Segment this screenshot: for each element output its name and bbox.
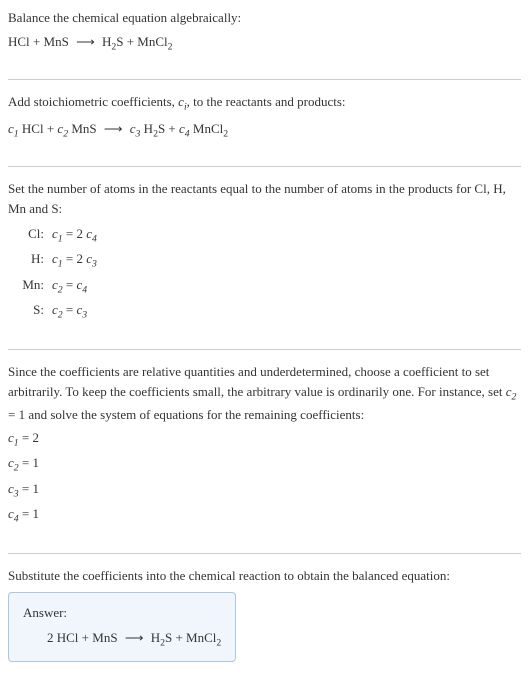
eq: = <box>63 302 77 317</box>
solve-text-a: Since the coefficients are relative quan… <box>8 364 506 399</box>
section-substitute: Substitute the coefficients into the che… <box>8 566 521 674</box>
atoms-eq-mn: c2 = c4 <box>52 275 87 298</box>
eq: = <box>63 277 77 292</box>
coeff-2: 2 <box>47 630 57 645</box>
sub-2: 2 <box>223 129 228 140</box>
plus: + <box>123 34 137 49</box>
divider <box>8 553 521 554</box>
c2-var: c2 <box>506 384 517 399</box>
atoms-row-mn: Mn: c2 = c4 <box>16 275 521 298</box>
chem-mncl: MnCl <box>137 34 167 49</box>
coeff-row-c4: c4 = 1 <box>8 504 521 527</box>
atoms-row-s: S: c2 = c3 <box>16 300 521 323</box>
equation-unbalanced: HCl + MnS ⟶ H2S + MnCl2 <box>8 32 521 55</box>
substitute-title: Substitute the coefficients into the che… <box>8 566 521 586</box>
ci-var: ci <box>178 94 187 109</box>
stoich-title-b: , to the reactants and products: <box>187 94 346 109</box>
atoms-eq-cl: c1 = 2 c4 <box>52 224 97 247</box>
eq: = 2 <box>63 251 87 266</box>
chem-h: H <box>151 630 160 645</box>
balance-title: Balance the chemical equation algebraica… <box>8 8 521 28</box>
section-solve: Since the coefficients are relative quan… <box>8 362 521 541</box>
ci: 3 <box>82 309 87 320</box>
coeff-row-c2: c2 = 1 <box>8 453 521 476</box>
coeff-list: c1 = 2 c2 = 1 c3 = 1 c4 = 1 <box>8 428 521 527</box>
plus: + <box>165 121 179 136</box>
chem-h: H <box>144 121 153 136</box>
section-balance: Balance the chemical equation algebraica… <box>8 8 521 67</box>
coeff-row-c3: c3 = 1 <box>8 479 521 502</box>
reaction-arrow: ⟶ <box>104 119 123 139</box>
val: = 2 <box>19 430 39 445</box>
chem-mncl: MnCl <box>193 121 223 136</box>
val: = 1 <box>19 481 39 496</box>
chem-mns: MnS <box>71 121 96 136</box>
val: = 1 <box>19 506 39 521</box>
atoms-row-cl: Cl: c1 = 2 c4 <box>16 224 521 247</box>
chem-hcl: HCl <box>22 121 44 136</box>
plus: + <box>44 121 58 136</box>
chem-mns: MnS <box>92 630 117 645</box>
ci: 2 <box>512 391 517 402</box>
sub-2: 2 <box>168 41 173 52</box>
coeff-row-c1: c1 = 2 <box>8 428 521 451</box>
answer-label: Answer: <box>23 603 221 623</box>
reaction-arrow: ⟶ <box>76 32 95 52</box>
chem-hcl: HCl <box>8 34 30 49</box>
atoms-eq-h: c1 = 2 c3 <box>52 249 97 272</box>
divider <box>8 349 521 350</box>
ci: 4 <box>82 284 87 295</box>
plus: + <box>30 34 44 49</box>
c1-sub: 1 <box>14 129 19 140</box>
atoms-label-h: H: <box>16 249 44 269</box>
solve-text: Since the coefficients are relative quan… <box>8 362 521 424</box>
atoms-label-mn: Mn: <box>16 275 44 295</box>
c4-sub: 4 <box>185 129 190 140</box>
plus: + <box>172 630 186 645</box>
equation-with-coeffs: c1 HCl + c2 MnS ⟶ c3 H2S + c4 MnCl2 <box>8 119 521 142</box>
stoich-title-a: Add stoichiometric coefficients, <box>8 94 178 109</box>
chem-h: H <box>102 34 111 49</box>
chem-mncl: MnCl <box>186 630 216 645</box>
reaction-arrow: ⟶ <box>125 628 144 648</box>
divider <box>8 79 521 80</box>
equation-balanced: 2 HCl + MnS ⟶ H2S + MnCl2 <box>47 628 221 651</box>
ci: 4 <box>92 234 97 245</box>
section-atoms: Set the number of atoms in the reactants… <box>8 179 521 337</box>
ci: 3 <box>92 259 97 270</box>
atoms-label-cl: Cl: <box>16 224 44 244</box>
chem-mns: MnS <box>44 34 69 49</box>
chem-s: S <box>165 630 172 645</box>
atoms-label-s: S: <box>16 300 44 320</box>
plus: + <box>78 630 92 645</box>
atoms-eq-s: c2 = c3 <box>52 300 87 323</box>
atoms-title: Set the number of atoms in the reactants… <box>8 179 521 218</box>
val: = 1 <box>19 455 39 470</box>
divider <box>8 166 521 167</box>
chem-hcl: HCl <box>57 630 79 645</box>
atoms-table: Cl: c1 = 2 c4 H: c1 = 2 c3 Mn: c2 = c4 S… <box>16 224 521 323</box>
sub-2: 2 <box>216 638 221 649</box>
stoich-title: Add stoichiometric coefficients, ci, to … <box>8 92 521 115</box>
atoms-row-h: H: c1 = 2 c3 <box>16 249 521 272</box>
solve-text-b: = 1 and solve the system of equations fo… <box>8 407 364 422</box>
section-stoich: Add stoichiometric coefficients, ci, to … <box>8 92 521 154</box>
eq: = 2 <box>63 226 87 241</box>
